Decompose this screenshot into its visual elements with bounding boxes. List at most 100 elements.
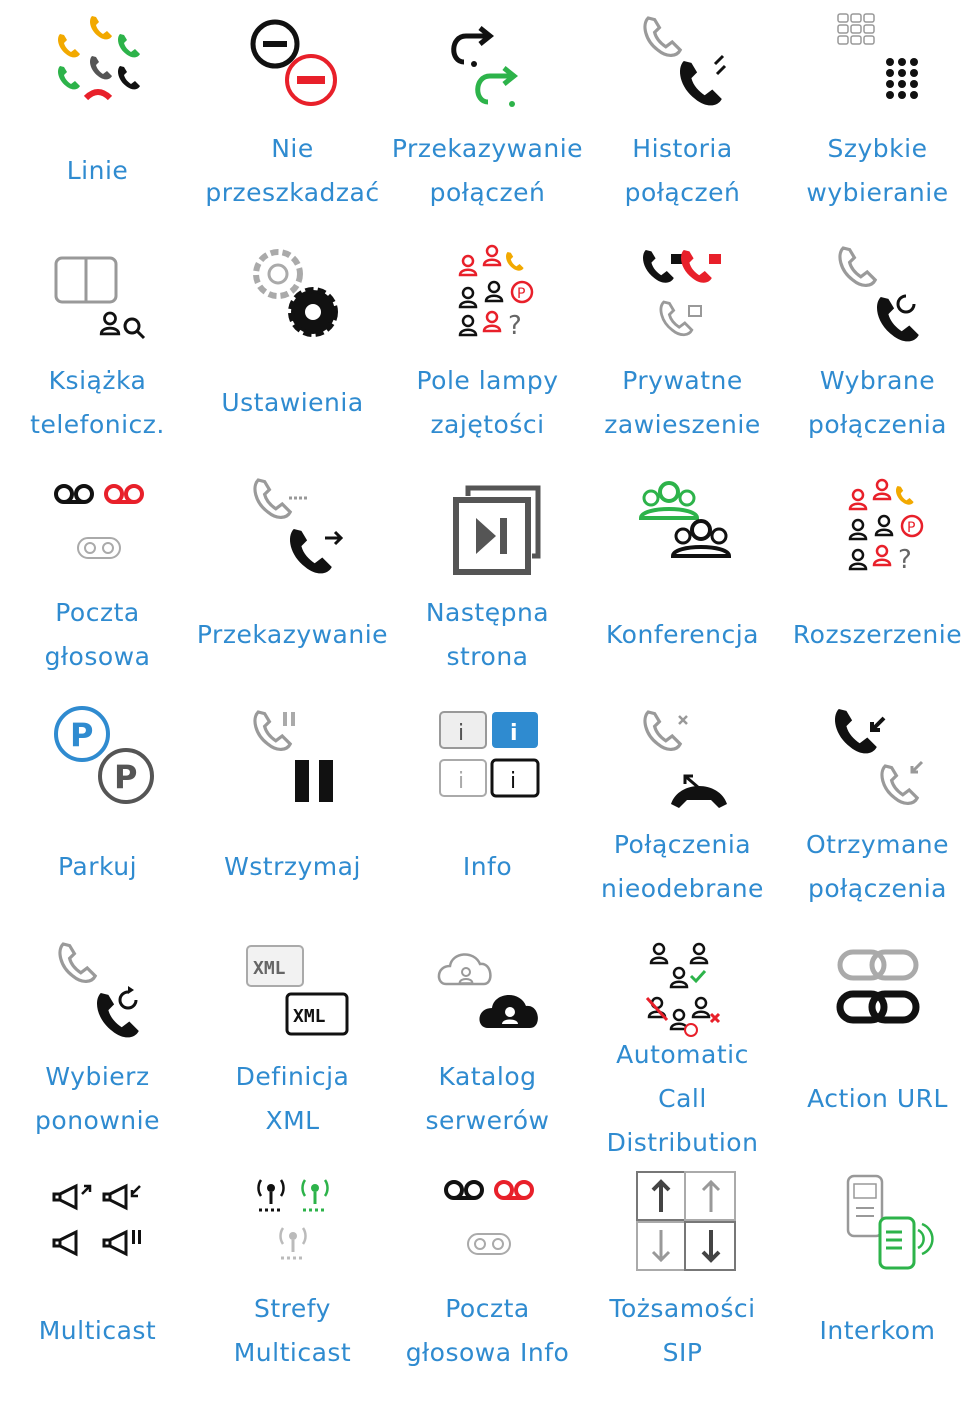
xml-definition-icon: XML XML [233, 932, 353, 1044]
feature-tile-redial[interactable]: Wybierz ponownie [0, 928, 195, 1160]
feature-tile-park[interactable]: P P Parkuj [0, 696, 195, 928]
server-directory-icon [428, 932, 548, 1044]
feature-tile-missed-calls[interactable]: Połączenia nieodebrane [585, 696, 780, 928]
received-calls-icon [818, 700, 938, 812]
feature-label: Info [390, 812, 585, 922]
feature-label-line: Ustawienia [221, 388, 364, 417]
feature-tile-busy-lamp-field[interactable]: P? Pole lampy zajętości [390, 232, 585, 464]
feature-label: Połączenia nieodebrane [585, 812, 780, 922]
multicast-zones-icon [233, 1164, 353, 1276]
feature-label: Strefy Multicast [195, 1276, 390, 1386]
feature-tile-multicast-zones[interactable]: Strefy Multicast [195, 1160, 390, 1392]
feature-tile-voicemail-info[interactable]: Poczta głosowa Info [390, 1160, 585, 1392]
feature-label: Tożsamości SIP [585, 1276, 780, 1386]
private-hold-icon [623, 236, 743, 348]
feature-tile-next-page[interactable]: Następna strona [390, 464, 585, 696]
feature-tile-call-forward[interactable]: Przekazywanie połączeń [390, 0, 585, 232]
feature-label: Otrzymane połączenia [780, 812, 962, 922]
feature-label-line: Przekazywanie [391, 134, 584, 163]
lines-icon [38, 4, 158, 116]
feature-label-line: Definicja [235, 1062, 350, 1091]
feature-label-line: Konferencja [606, 620, 759, 649]
feature-tile-info[interactable]: i i i i Info [390, 696, 585, 928]
feature-label: Konferencja [585, 580, 780, 690]
action-url-icon [818, 932, 938, 1044]
feature-tile-server-directory[interactable]: Katalog serwerów [390, 928, 585, 1160]
feature-tile-lines[interactable]: Linie [0, 0, 195, 232]
feature-tile-received-calls[interactable]: Otrzymane połączenia [780, 696, 962, 928]
dialed-calls-icon [818, 236, 938, 348]
feature-tile-speed-dial[interactable]: Szybkie wybieranie [780, 0, 962, 232]
feature-label-line: Szybkie [827, 134, 928, 163]
feature-label-line: Linie [66, 156, 129, 185]
feature-label-line: Wybrane [819, 366, 936, 395]
feature-label-line: XML [265, 1106, 320, 1135]
feature-label: Prywatne zawieszenie [585, 348, 780, 458]
redial-icon [38, 932, 158, 1044]
feature-label-line: Action URL [807, 1084, 948, 1113]
feature-tile-acd[interactable]: Automatic Call Distribution [585, 928, 780, 1160]
feature-tile-private-hold[interactable]: Prywatne zawieszenie [585, 232, 780, 464]
settings-icon [233, 236, 353, 348]
feature-label-line: Poczta [55, 598, 140, 627]
feature-tile-dialed-calls[interactable]: Wybrane połączenia [780, 232, 962, 464]
feature-label-line: Połączenia [613, 830, 752, 859]
feature-label: Action URL [780, 1044, 962, 1154]
feature-label-line: zawieszenie [604, 410, 761, 439]
svg-text:i: i [458, 769, 464, 794]
feature-label-line: połączenia [808, 410, 947, 439]
feature-label-line: Interkom [819, 1316, 936, 1345]
feature-tile-extension[interactable]: P? Rozszerzenie [780, 464, 962, 696]
feature-label-line: Prywatne [622, 366, 743, 395]
feature-label-line: połączenia [808, 874, 947, 903]
feature-tile-voicemail[interactable]: Poczta głosowa [0, 464, 195, 696]
feature-label-line: Przekazywanie [196, 620, 389, 649]
do-not-disturb-icon [233, 4, 353, 116]
feature-tile-intercom[interactable]: Interkom [780, 1160, 962, 1392]
feature-tile-phonebook[interactable]: Książka telefonicz. [0, 232, 195, 464]
transfer-icon [233, 468, 353, 580]
voicemail-icon [38, 468, 158, 580]
feature-label: Parkuj [0, 812, 195, 922]
feature-tile-multicast[interactable]: Multicast [0, 1160, 195, 1392]
intercom-icon [818, 1164, 938, 1276]
svg-text:P: P [70, 716, 93, 754]
svg-text:?: ? [508, 311, 522, 341]
feature-label: Katalog serwerów [390, 1044, 585, 1154]
feature-tile-hold[interactable]: Wstrzymaj [195, 696, 390, 928]
feature-label-line: serwerów [425, 1106, 550, 1135]
feature-label-line: Następna [425, 598, 550, 627]
feature-label: Wybierz ponownie [0, 1044, 195, 1154]
feature-label-line: ponownie [35, 1106, 160, 1135]
feature-label: Historia połączeń [585, 116, 780, 226]
feature-label-line: zajętości [430, 410, 545, 439]
feature-label: Nie przeszkadzać [195, 116, 390, 226]
call-forward-icon [428, 4, 548, 116]
feature-tile-action-url[interactable]: Action URL [780, 928, 962, 1160]
info-icon: iiii [428, 700, 548, 812]
feature-label-line: Wybierz [45, 1062, 150, 1091]
acd-icon [623, 932, 743, 1044]
feature-label-line: Historia [632, 134, 733, 163]
busy-lamp-field-icon: P? [428, 236, 548, 348]
feature-label-line: strona [446, 642, 529, 671]
feature-tile-transfer[interactable]: Przekazywanie [195, 464, 390, 696]
feature-tile-xml-definition[interactable]: XML XML Definicja XML [195, 928, 390, 1160]
feature-tile-conference[interactable]: Konferencja [585, 464, 780, 696]
feature-label-line: głosowa Info [405, 1338, 570, 1367]
feature-label-line: Rozszerzenie [792, 620, 962, 649]
svg-text:XML: XML [253, 958, 286, 979]
feature-label-line: Strefy [254, 1294, 331, 1323]
feature-tile-sip-identities[interactable]: Tożsamości SIP [585, 1160, 780, 1392]
feature-label-line: Tożsamości [609, 1294, 756, 1323]
feature-label: Książka telefonicz. [0, 348, 195, 458]
feature-label: Przekazywanie [195, 580, 390, 690]
svg-text:P: P [517, 286, 525, 302]
multicast-icon [38, 1164, 158, 1276]
feature-tile-do-not-disturb[interactable]: Nie przeszkadzać [195, 0, 390, 232]
feature-label-line: Parkuj [57, 852, 138, 881]
feature-label: Linie [0, 116, 195, 226]
feature-tile-call-history[interactable]: Historia połączeń [585, 0, 780, 232]
feature-tile-settings[interactable]: Ustawienia [195, 232, 390, 464]
svg-text:i: i [510, 769, 516, 794]
